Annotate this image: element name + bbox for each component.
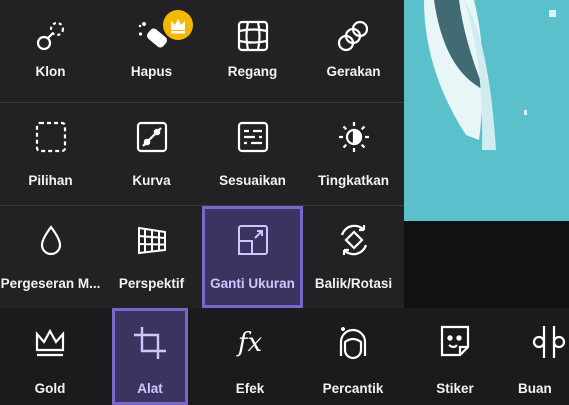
tool-sesuaikan[interactable]: Sesuaikan (202, 103, 303, 205)
svg-text:fx: fx (236, 328, 263, 358)
clone-icon (33, 18, 69, 54)
sticker-icon (435, 322, 475, 362)
tools-row: Klon Hapus Regang Gerakan (0, 0, 404, 102)
tool-label: Regang (227, 64, 278, 79)
tool-klon[interactable]: Klon (0, 0, 101, 102)
toolbar-label: Stiker (436, 381, 474, 396)
crown-icon (30, 322, 70, 362)
tool-pilihan[interactable]: Pilihan (0, 103, 101, 205)
toolbar-label: Percantik (322, 381, 384, 396)
tool-label: Balik/Rotasi (314, 276, 393, 291)
tilt-shift-icon (33, 222, 69, 258)
toolbar-alat[interactable]: Alat (112, 308, 188, 405)
tool-regang[interactable]: Regang (202, 0, 303, 102)
tool-label: Pilihan (28, 173, 73, 188)
tool-tingkatkan[interactable]: Tingkatkan (303, 103, 404, 205)
crop-tool-icon (130, 323, 170, 363)
tool-label: Kurva (132, 173, 171, 188)
tool-pergeseran[interactable]: Pergeseran M... (0, 206, 101, 308)
toolbar-label: Gold (34, 381, 66, 396)
toolbar-stiker[interactable]: Stiker (405, 308, 505, 405)
toolbar-buan[interactable]: Buan (510, 308, 569, 405)
tool-label: Hapus (130, 64, 173, 79)
adjust-icon (235, 119, 271, 155)
tool-label: Klon (35, 64, 66, 79)
toolbar-label: Alat (137, 381, 163, 396)
tool-gerakan[interactable]: Gerakan (303, 0, 404, 102)
stretch-grid-icon (235, 18, 271, 54)
tool-label: Perspektif (118, 276, 185, 291)
toolbar-gold[interactable]: Gold (0, 308, 100, 405)
fx-icon: fx (230, 322, 270, 362)
tool-label: Ganti Ukuran (210, 276, 295, 291)
toolbar-label: Efek (235, 381, 265, 396)
canvas-background (404, 221, 569, 308)
tool-label: Sesuaikan (219, 173, 286, 188)
resize-icon (235, 222, 271, 258)
bottom-toolbar: Gold Alat fx Efek Percantik Stiker Buan (0, 308, 569, 405)
toolbar-label: Buan (518, 381, 552, 396)
tool-label: Pergeseran M... (0, 276, 101, 291)
tool-label: Tingkatkan (317, 173, 390, 188)
perspective-icon (134, 222, 170, 258)
beautify-face-icon (333, 322, 373, 362)
tools-grid: Klon Hapus Regang Gerakan Pilihan Kurva … (0, 0, 404, 308)
tool-label: Gerakan (326, 64, 381, 79)
tools-row: Pilihan Kurva Sesuaikan Tingkatkan (0, 103, 404, 205)
tool-balik-rotasi[interactable]: Balik/Rotasi (303, 206, 404, 308)
crown-icon (171, 19, 185, 34)
tool-perspektif[interactable]: Perspektif (101, 206, 202, 308)
flip-rotate-icon (336, 222, 372, 258)
selection-icon (33, 119, 69, 155)
preview-shape-icon (424, 0, 556, 150)
toolbar-percantik[interactable]: Percantik (303, 308, 403, 405)
curves-icon (134, 119, 170, 155)
cutout-icon (530, 322, 569, 362)
tool-ganti-ukuran[interactable]: Ganti Ukuran (202, 206, 303, 308)
premium-crown-badge (163, 10, 193, 40)
motion-icon (336, 18, 372, 54)
enhance-icon (336, 119, 372, 155)
tool-kurva[interactable]: Kurva (101, 103, 202, 205)
tools-row: Pergeseran M... Perspektif Ganti Ukuran (0, 206, 404, 308)
image-preview (404, 0, 569, 221)
toolbar-efek[interactable]: fx Efek (200, 308, 300, 405)
